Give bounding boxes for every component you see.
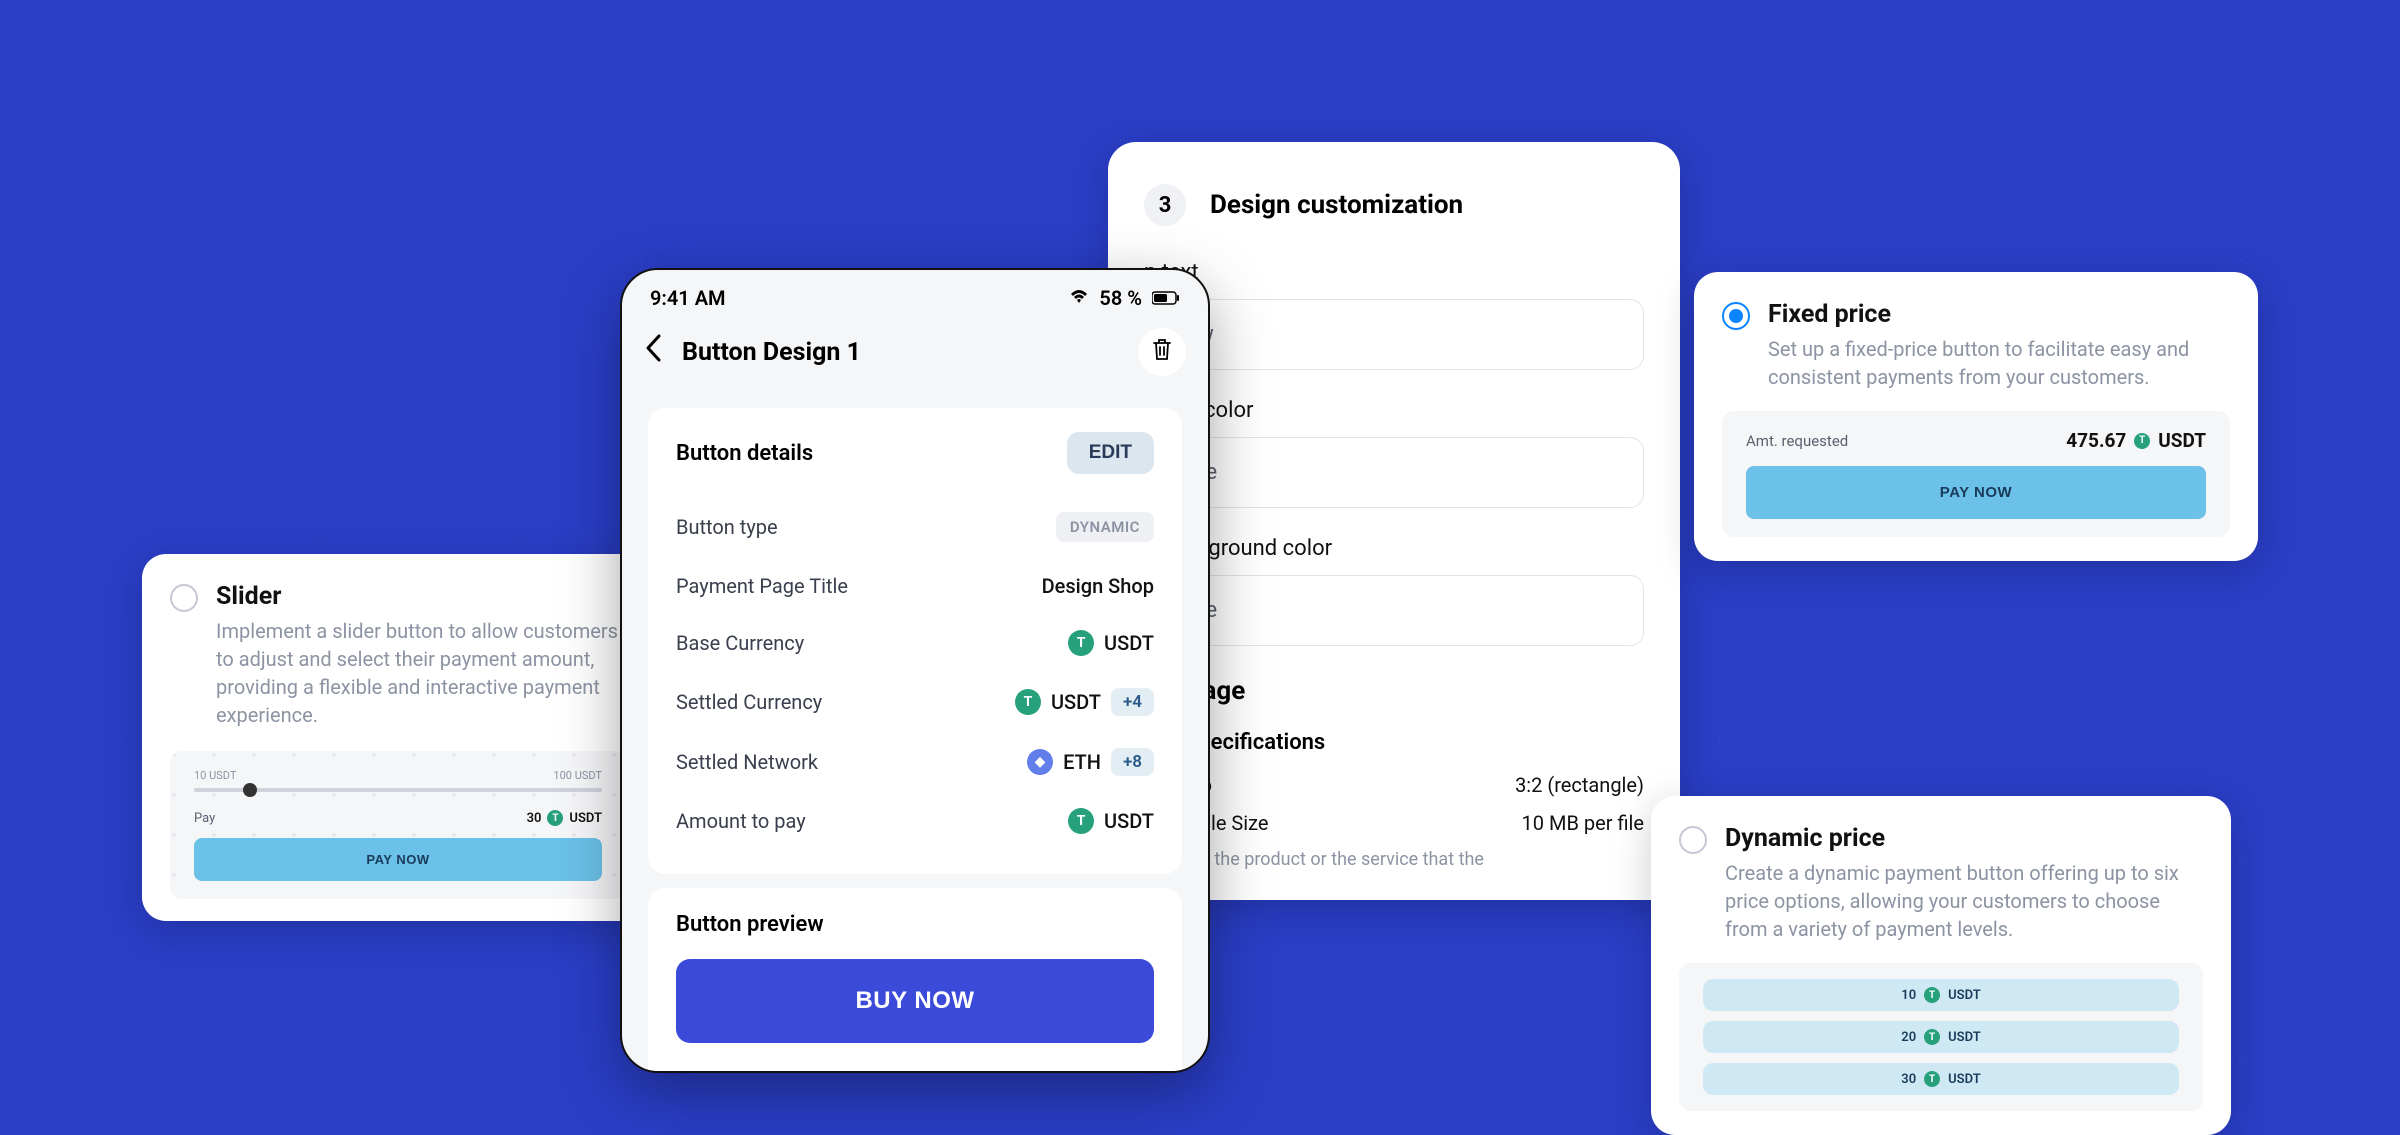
- button-type-label: Button type: [676, 515, 778, 539]
- buy-now-button[interactable]: BUY NOW: [676, 959, 1154, 1043]
- amount-to-pay-label: Amount to pay: [676, 809, 806, 833]
- file-specs-title: File Specifications: [1144, 730, 1644, 755]
- price-option-amount: 30: [1901, 1072, 1916, 1087]
- step-number-badge: 3: [1144, 184, 1186, 226]
- status-time: 9:41 AM: [650, 286, 726, 310]
- battery-percent: 58 %: [1099, 286, 1142, 310]
- button-preview-title: Button preview: [676, 912, 1154, 937]
- price-option-pill[interactable]: 20 T USDT: [1703, 1021, 2179, 1053]
- slider-track[interactable]: [194, 788, 602, 792]
- eth-icon: ◆: [1027, 749, 1053, 775]
- fixed-card-title: Fixed price: [1768, 300, 2230, 329]
- slider-card-desc: Implement a slider button to allow custo…: [216, 617, 626, 729]
- aspect-ratio-value: 3:2 (rectangle): [1515, 773, 1644, 797]
- settled-currency-label: Settled Currency: [676, 690, 822, 714]
- price-option-pill[interactable]: 10 T USDT: [1703, 979, 2179, 1011]
- pay-now-button[interactable]: PAY NOW: [1746, 466, 2206, 519]
- dynamic-price-option-card[interactable]: Dynamic price Create a dynamic payment b…: [1651, 796, 2231, 1135]
- usdt-icon: T: [1068, 630, 1094, 656]
- amount-to-pay-value: USDT: [1104, 809, 1154, 833]
- usdt-icon: T: [1015, 689, 1041, 715]
- price-option-currency: USDT: [1948, 1072, 1981, 1087]
- payment-page-title-label: Payment Page Title: [676, 574, 848, 598]
- settled-network-value: ETH: [1063, 750, 1101, 774]
- button-type-value: DYNAMIC: [1056, 512, 1154, 542]
- max-file-size-value: 10 MB per file: [1522, 811, 1644, 835]
- settled-currency-value: USDT: [1051, 690, 1101, 714]
- payment-page-section-title: ent page: [1144, 676, 1644, 706]
- slider-card-title: Slider: [216, 582, 626, 611]
- battery-icon: [1152, 286, 1180, 310]
- fixed-price-option-card[interactable]: Fixed price Set up a fixed-price button …: [1694, 272, 2258, 561]
- slider-thumb[interactable]: [243, 783, 257, 797]
- price-option-amount: 10: [1901, 988, 1916, 1003]
- usdt-icon: T: [1068, 808, 1094, 834]
- base-currency-label: Base Currency: [676, 631, 804, 655]
- radio-selected-icon[interactable]: [1722, 302, 1750, 330]
- payment-page-title-value: Design Shop: [1042, 574, 1154, 598]
- price-option-pill[interactable]: 30 T USDT: [1703, 1063, 2179, 1095]
- radio-unselected-icon[interactable]: [1679, 826, 1707, 854]
- button-details-title: Button details: [676, 441, 813, 466]
- fixed-preview: Amt. requested 475.67 T USDT PAY NOW: [1722, 411, 2230, 537]
- price-option-currency: USDT: [1948, 1030, 1981, 1045]
- slider-max-label: 100 USDT: [553, 769, 602, 782]
- button-bg-color-input[interactable]: code: [1144, 575, 1644, 646]
- usdt-icon: T: [547, 810, 563, 826]
- button-preview-card: Button preview BUY NOW: [648, 888, 1182, 1071]
- base-currency-value: USDT: [1104, 631, 1154, 655]
- trash-icon: [1151, 337, 1173, 367]
- dynamic-card-desc: Create a dynamic payment button offering…: [1725, 859, 2203, 943]
- fixed-card-desc: Set up a fixed-price button to facilitat…: [1768, 335, 2230, 391]
- slider-option-card[interactable]: Slider Implement a slider button to allo…: [142, 554, 654, 921]
- price-option-currency: USDT: [1948, 988, 1981, 1003]
- usdt-icon: T: [1924, 1029, 1940, 1045]
- status-bar: 9:41 AM 58 %: [622, 270, 1208, 320]
- more-currencies-badge[interactable]: +4: [1111, 688, 1154, 716]
- pay-amount: 30: [527, 811, 542, 826]
- design-title: Design customization: [1210, 190, 1463, 220]
- pay-currency: USDT: [569, 811, 602, 826]
- usdt-icon: T: [1924, 987, 1940, 1003]
- button-bg-color-label: n background color: [1144, 536, 1644, 561]
- wifi-icon: [1069, 286, 1089, 310]
- button-details-card: Button details EDIT Button type DYNAMIC …: [648, 408, 1182, 874]
- amt-requested-label: Amt. requested: [1746, 432, 1848, 450]
- dynamic-card-title: Dynamic price: [1725, 824, 2203, 853]
- button-text-color-label: n text color: [1144, 398, 1644, 423]
- back-icon[interactable]: [644, 333, 662, 371]
- amt-requested-currency: USDT: [2158, 429, 2206, 452]
- more-networks-badge[interactable]: +8: [1111, 748, 1154, 776]
- delete-button[interactable]: [1138, 328, 1186, 376]
- usdt-icon: T: [2134, 433, 2150, 449]
- spec-description: iption of the product or the service tha…: [1144, 849, 1644, 870]
- edit-button[interactable]: EDIT: [1067, 432, 1154, 474]
- price-option-amount: 20: [1901, 1030, 1916, 1045]
- button-text-input[interactable]: Now: [1144, 299, 1644, 370]
- phone-mockup: 9:41 AM 58 % Button Design 1 Button deta…: [620, 268, 1210, 1073]
- pay-label: Pay: [194, 811, 215, 826]
- usdt-icon: T: [1924, 1071, 1940, 1087]
- slider-min-label: 10 USDT: [194, 769, 236, 782]
- radio-unselected-icon[interactable]: [170, 584, 198, 612]
- slider-preview: 10 USDT 100 USDT Pay 30 T USDT PAY NOW: [170, 751, 626, 899]
- dynamic-preview: 10 T USDT 20 T USDT 30 T USDT: [1679, 963, 2203, 1111]
- button-text-color-input[interactable]: code: [1144, 437, 1644, 508]
- screen-title: Button Design 1: [682, 338, 861, 367]
- button-text-label: n text: [1144, 260, 1644, 285]
- amt-requested-value: 475.67: [2066, 429, 2126, 452]
- pay-now-button[interactable]: PAY NOW: [194, 838, 602, 881]
- settled-network-label: Settled Network: [676, 750, 818, 774]
